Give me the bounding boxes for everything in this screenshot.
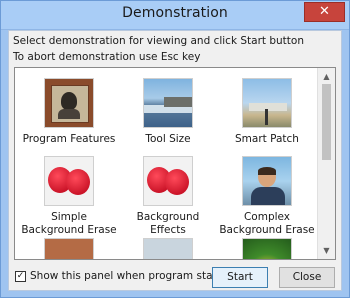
vertical-scrollbar[interactable]: ▲ ▼ xyxy=(317,68,335,259)
instruction-line-1: Select demonstration for viewing and cli… xyxy=(13,35,304,47)
demo-item-label: Tool Size xyxy=(145,133,191,145)
tool-size-thumbnail xyxy=(143,78,193,128)
demo-item-partial-1[interactable] xyxy=(19,238,119,259)
show-panel-checkbox-row[interactable]: ✓ Show this panel when program starts xyxy=(15,270,226,282)
smart-patch-thumbnail xyxy=(242,78,292,128)
demo-thumbnail xyxy=(143,238,193,259)
demo-item-simple-background-erase[interactable]: Simple Background Erase xyxy=(19,156,119,237)
demo-list[interactable]: Program Features Tool Size Smart Patch S… xyxy=(14,67,336,260)
close-icon: ✕ xyxy=(319,4,330,19)
demonstration-window: Demonstration ✕ Select demonstration for… xyxy=(0,0,350,298)
complex-background-erase-thumbnail xyxy=(242,156,292,206)
demo-item-label: Background Effects xyxy=(136,211,200,236)
program-features-thumbnail xyxy=(44,78,94,128)
scroll-down-icon[interactable]: ▼ xyxy=(318,242,335,259)
window-close-button[interactable]: ✕ xyxy=(304,2,345,22)
scrollbar-thumb[interactable] xyxy=(322,84,331,160)
demo-item-label: Smart Patch xyxy=(235,133,299,145)
window-title: Demonstration xyxy=(122,5,228,21)
simple-background-erase-thumbnail xyxy=(44,156,94,206)
demo-item-background-effects[interactable]: Background Effects xyxy=(118,156,218,237)
demo-item-smart-patch[interactable]: Smart Patch xyxy=(217,78,317,146)
demo-item-partial-2[interactable] xyxy=(118,238,218,259)
demo-item-complex-background-erase[interactable]: Complex Background Erase xyxy=(217,156,317,237)
show-panel-label: Show this panel when program starts xyxy=(30,270,227,282)
dialog-client-area: Select demonstration for viewing and cli… xyxy=(8,30,342,291)
demo-item-partial-3[interactable] xyxy=(217,238,317,259)
demo-item-tool-size[interactable]: Tool Size xyxy=(118,78,218,146)
demo-item-program-features[interactable]: Program Features xyxy=(19,78,119,146)
instruction-line-2: To abort demonstration use Esc key xyxy=(13,51,201,63)
demo-item-label: Complex Background Erase xyxy=(219,211,315,236)
start-button[interactable]: Start xyxy=(212,267,268,288)
background-effects-thumbnail xyxy=(143,156,193,206)
demo-item-label: Program Features xyxy=(22,133,116,145)
close-button[interactable]: Close xyxy=(279,267,335,288)
checkmark-icon: ✓ xyxy=(16,270,25,281)
demo-thumbnail xyxy=(242,238,292,259)
demo-thumbnail xyxy=(44,238,94,259)
title-bar[interactable]: Demonstration ✕ xyxy=(1,1,349,30)
scroll-up-icon[interactable]: ▲ xyxy=(318,68,335,85)
show-panel-checkbox[interactable]: ✓ xyxy=(15,270,26,282)
instructions: Select demonstration for viewing and cli… xyxy=(13,33,304,65)
demo-item-label: Simple Background Erase xyxy=(21,211,117,236)
